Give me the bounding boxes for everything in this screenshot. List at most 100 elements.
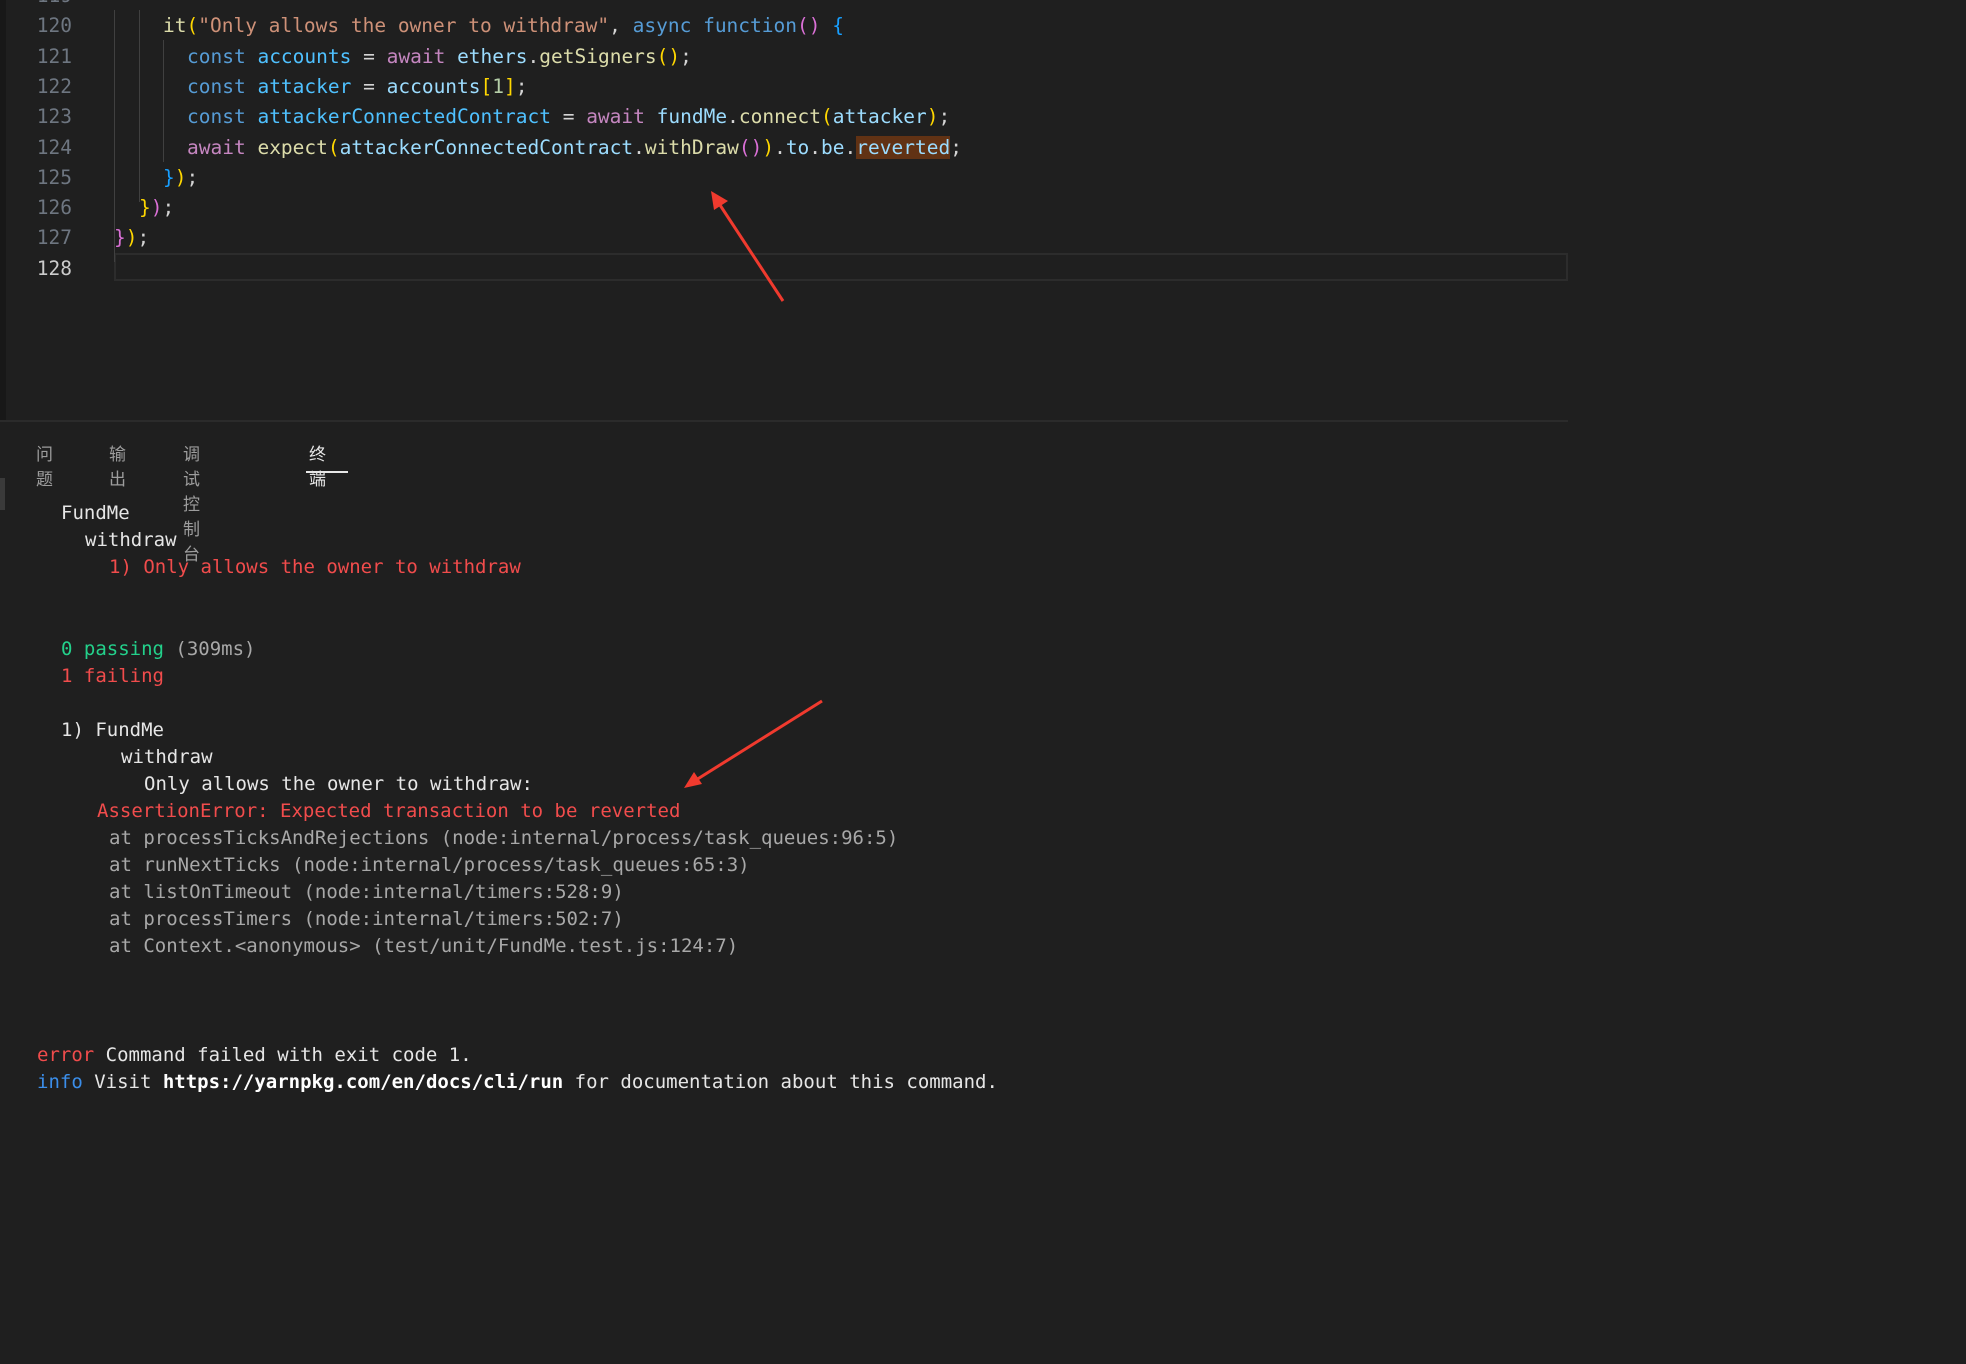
line-number: 128 <box>36 256 72 280</box>
code-token: const <box>187 74 246 98</box>
passing-summary: 0 passing (309ms) <box>61 637 255 661</box>
code-token: ) <box>150 196 163 220</box>
stack-trace-line: at processTimers (node:internal/timers:5… <box>109 908 624 930</box>
code-line[interactable]: 128 <box>0 254 1568 284</box>
code-token: await <box>386 44 446 68</box>
error-text: Command failed with exit code 1. <box>94 1044 472 1066</box>
code-token: () <box>656 44 681 68</box>
code-token: ( <box>327 135 340 159</box>
failure-title: Only allows the owner to withdraw: <box>144 773 533 795</box>
code-token: be <box>821 135 845 159</box>
code-line[interactable]: 124 await expect(attackerConnectedContrac… <box>0 133 1568 163</box>
code-token: ) <box>125 226 138 250</box>
failing-summary: 1 failing <box>61 665 164 687</box>
code-token: ; <box>137 226 150 250</box>
code-token: ) <box>762 135 775 159</box>
code-token: getSigners <box>539 44 657 68</box>
code-token: ) <box>174 165 187 189</box>
code-line[interactable]: 123 const attackerConnectedContract = awa… <box>0 102 1568 132</box>
code-line[interactable]: 120 it("Only allows the owner to withdraw… <box>0 11 1568 41</box>
info-text: Visit <box>82 1071 163 1093</box>
code-token: ; <box>938 105 951 129</box>
code-token: "Only allows the owner to withdraw" <box>198 14 610 38</box>
code-token: withDraw <box>644 135 739 159</box>
line-number: 123 <box>36 105 72 129</box>
info-prefix: info <box>37 1071 83 1093</box>
code-token: } <box>114 226 126 250</box>
error-prefix: error <box>37 1044 95 1066</box>
code-token: () <box>738 135 763 159</box>
passing-time: (309ms) <box>175 638 256 660</box>
code-text: }); <box>139 193 174 223</box>
code-line[interactable]: 125}); <box>0 163 1568 193</box>
code-token: ] <box>504 74 516 98</box>
line-number: 121 <box>36 44 72 68</box>
code-token: await <box>586 105 645 129</box>
code-token: ( <box>186 14 199 38</box>
code-token: const <box>187 44 246 68</box>
code-token: attackerConnectedContract <box>257 105 551 129</box>
tab-output[interactable]: 输出 <box>109 440 126 490</box>
code-token: . <box>844 135 857 159</box>
code-token: const <box>187 105 246 129</box>
failure-header: 1) FundMe <box>61 719 164 741</box>
code-text: const attacker = accounts[1]; <box>187 72 528 102</box>
code-token: ( <box>821 105 833 129</box>
code-token: attackerConnectedContract <box>339 135 634 159</box>
tab-debug-console[interactable]: 调试控制台 <box>183 440 200 565</box>
stack-trace-line: at Context.<anonymous> (test/unit/FundMe… <box>109 935 739 957</box>
code-token: = <box>351 74 387 98</box>
code-token: reverted <box>856 135 951 159</box>
failed-test-name: 1) Only allows the owner to withdraw <box>109 556 521 578</box>
code-text: const accounts = await ethers.getSigners… <box>187 42 692 72</box>
code-line[interactable]: 122 const attacker = accounts[1]; <box>0 72 1568 102</box>
active-tab-indicator <box>306 471 348 473</box>
code-line[interactable]: 121 const accounts = await ethers.getSign… <box>0 42 1568 72</box>
docs-link[interactable]: https://yarnpkg.com/en/docs/cli/run <box>163 1071 563 1093</box>
yarn-error-line: error Command failed with exit code 1. <box>37 1043 472 1067</box>
code-line[interactable]: 127}); <box>0 223 1568 253</box>
line-number: 127 <box>36 226 72 250</box>
code-token: async <box>632 14 692 38</box>
code-editor[interactable]: 119120it("Only allows the owner to withd… <box>0 0 1568 420</box>
line-number: 122 <box>36 74 72 98</box>
passing-count: 0 passing <box>61 638 164 660</box>
tab-terminal[interactable]: 终端 <box>309 440 326 490</box>
code-token: it <box>163 14 187 38</box>
line-number: 119 <box>0 0 72 11</box>
code-token: expect <box>257 135 328 159</box>
test-suite-name: FundMe <box>61 502 130 524</box>
code-token: fundMe <box>656 105 728 129</box>
code-token: = <box>351 44 387 68</box>
failure-describe: withdraw <box>121 746 213 768</box>
code-token: connect <box>738 105 822 129</box>
code-token: ; <box>162 196 175 220</box>
tab-problems[interactable]: 问题 <box>36 440 53 490</box>
stack-trace-line: at listOnTimeout (node:internal/timers:5… <box>109 881 624 903</box>
code-token: ; <box>950 135 962 159</box>
code-token: to <box>785 135 810 159</box>
code-token: ; <box>515 74 528 98</box>
code-text: await expect(attackerConnectedContract.w… <box>187 133 962 163</box>
info-text: for documentation about this command. <box>563 1071 998 1093</box>
code-token: . <box>633 135 645 159</box>
assertion-error-message: AssertionError: Expected transaction to … <box>97 800 681 822</box>
code-token: attacker <box>257 74 352 98</box>
code-token: } <box>163 165 175 189</box>
code-token: . <box>774 135 786 159</box>
code-line[interactable]: 126}); <box>0 193 1568 223</box>
code-token: . <box>727 105 739 129</box>
code-token: 1 <box>492 74 505 98</box>
code-line[interactable]: 119 <box>0 0 1568 11</box>
code-token: . <box>809 135 822 159</box>
code-token: { <box>832 14 844 38</box>
test-describe-name: withdraw <box>85 529 177 551</box>
stack-trace-line: at runNextTicks (node:internal/process/t… <box>109 854 750 876</box>
